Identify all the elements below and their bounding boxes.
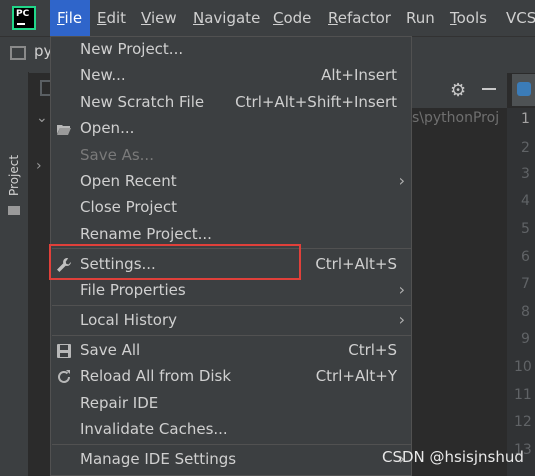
menu-item-new-project[interactable]: New Project...	[51, 37, 411, 63]
menu-separator	[52, 444, 412, 445]
line-number: 2	[521, 140, 530, 156]
line-number: 5	[521, 221, 530, 237]
chevron-down-icon[interactable]: ⌄	[36, 110, 48, 126]
menu-separator	[52, 335, 412, 336]
path-text: s\pythonProj	[412, 110, 500, 126]
menu-refactor[interactable]: Refactor	[328, 0, 391, 36]
minimize-icon[interactable]	[482, 88, 496, 90]
chevron-right-icon[interactable]: ›	[36, 158, 42, 174]
menu-item-new[interactable]: New... Alt+Insert	[51, 63, 411, 89]
line-number: 8	[521, 304, 530, 320]
menu-edit[interactable]: Edit	[97, 0, 126, 36]
folder-open-icon	[57, 125, 71, 135]
menu-item-save-as: Save As...	[80, 146, 154, 164]
save-icon	[57, 344, 71, 358]
line-number: 9	[521, 331, 530, 347]
pycharm-logo-icon: PC	[12, 6, 36, 30]
project-window-icon	[10, 46, 26, 60]
menu-vcs[interactable]: VCS	[506, 0, 535, 36]
folder-icon	[8, 206, 20, 215]
project-tool-tab[interactable]: Project	[7, 155, 21, 196]
line-number: 11	[514, 387, 532, 403]
line-number: 1	[521, 111, 530, 127]
chevron-right-icon: ›	[398, 280, 405, 299]
chevron-right-icon: ›	[398, 171, 405, 190]
menu-item-local-history[interactable]: Local History ›	[51, 308, 411, 334]
line-number: 4	[521, 193, 530, 209]
line-number: 7	[521, 276, 530, 292]
gear-icon[interactable]: ⚙	[450, 80, 466, 101]
menu-item-close-project[interactable]: Close Project	[51, 195, 411, 221]
menu-item-invalidate-caches[interactable]: Invalidate Caches...	[51, 417, 411, 443]
menu-code[interactable]: Code	[273, 0, 311, 36]
line-number: 12	[514, 414, 532, 430]
menu-item-reload-all[interactable]: Reload All from Disk Ctrl+Alt+Y	[51, 364, 411, 390]
menu-item-file-properties[interactable]: File Properties ›	[51, 278, 411, 304]
chevron-right-icon: ›	[398, 310, 405, 329]
line-number: 10	[514, 359, 532, 375]
line-number: 6	[521, 249, 530, 265]
menu-item-open-recent[interactable]: Open Recent ›	[51, 169, 411, 195]
menu-item-new-scratch-file[interactable]: New Scratch File Ctrl+Alt+Shift+Insert	[51, 90, 411, 116]
watermark: CSDN @hsisjnshud	[382, 448, 524, 466]
left-tool-strip: Project	[0, 72, 29, 476]
menu-item-manage-ide-settings[interactable]: Manage IDE Settings ›	[51, 447, 411, 473]
menu-run[interactable]: Run	[406, 0, 435, 36]
line-number: 3	[521, 166, 530, 182]
menu-navigate[interactable]: Navigate	[193, 0, 260, 36]
menu-tools[interactable]: Tools	[450, 0, 487, 36]
menu-separator	[52, 305, 412, 306]
python-file-tab-icon[interactable]	[512, 74, 535, 106]
menu-item-save-all[interactable]: Save All Ctrl+S	[51, 338, 411, 364]
menu-view[interactable]: View	[141, 0, 177, 36]
menu-item-repair-ide[interactable]: Repair IDE	[51, 391, 411, 417]
menu-item-open[interactable]: Open...	[51, 116, 411, 142]
refresh-icon	[58, 370, 70, 383]
settings-highlight-box	[49, 244, 301, 280]
menu-file[interactable]: File	[50, 0, 90, 36]
